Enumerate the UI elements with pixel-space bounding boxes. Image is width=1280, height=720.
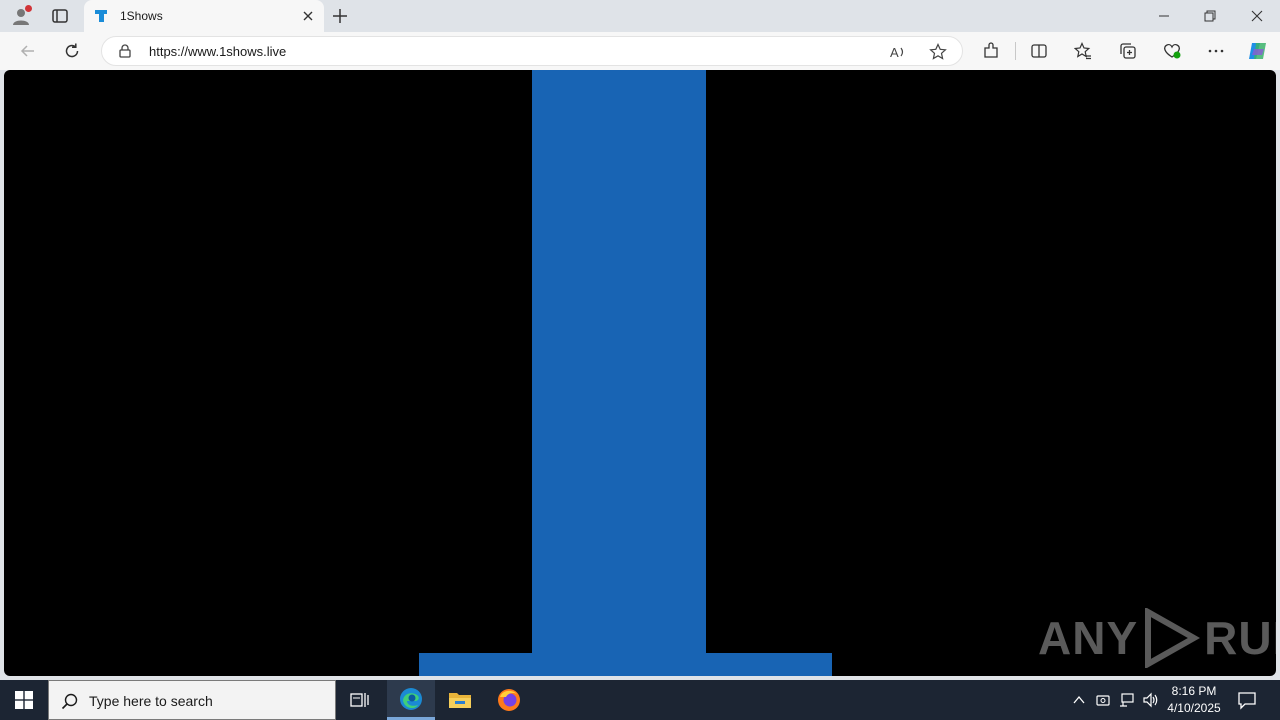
minimize-icon [1159,15,1169,17]
svg-text:A: A [890,45,899,60]
search-placeholder: Type here to search [89,693,213,709]
restore-button[interactable] [1187,0,1233,32]
close-window-button[interactable] [1234,0,1280,32]
site-logo-base [419,653,832,676]
new-tab-icon [333,9,347,23]
lock-icon[interactable] [118,44,132,58]
clock-date: 4/10/2025 [1167,701,1221,715]
tab-1shows[interactable]: 1Shows [84,0,324,32]
task-view-icon [350,693,369,707]
edge-icon [400,687,422,710]
volume-icon [1143,692,1158,708]
meet-now-icon [1096,695,1110,706]
more-button[interactable] [1206,41,1226,61]
favorite-star-icon [929,43,947,60]
minimize-button[interactable] [1141,0,1187,32]
url-text[interactable]: https://www.1shows.live [149,44,286,59]
close-window-icon [1251,10,1263,22]
more-icon [1208,49,1224,53]
volume-button[interactable] [1141,690,1161,710]
new-tab-button[interactable] [330,6,350,26]
restore-icon [1204,10,1216,22]
page-viewport: ANY RUN [4,70,1276,676]
collections-button[interactable] [1118,41,1138,61]
start-button[interactable] [0,680,48,720]
tab-favicon-icon [95,10,107,22]
address-bar[interactable]: https://www.1shows.live A [101,36,963,66]
refresh-icon [65,43,79,58]
task-view-button[interactable] [336,680,384,720]
close-tab-icon[interactable] [300,8,316,24]
favorites-button[interactable] [1073,41,1093,61]
play-icon [1145,608,1201,668]
network-button[interactable] [1117,690,1137,710]
taskbar-edge[interactable] [387,680,435,720]
extensions-icon [984,42,998,58]
copilot-icon [1249,43,1266,59]
title-bar: 1Shows [0,0,1280,32]
search-icon [61,693,78,710]
tab-actions-button[interactable] [50,6,70,26]
chevron-up-icon [1073,695,1085,704]
browser-essentials-icon [1164,43,1181,59]
taskbar-search-box[interactable]: Type here to search [48,680,336,720]
meet-now-button[interactable] [1093,690,1113,710]
favorites-icon [1074,42,1091,60]
notifications-icon [1238,692,1256,710]
anyrun-watermark: ANY RUN [1038,608,1276,668]
extensions-button[interactable] [981,41,1001,61]
split-screen-icon [1031,44,1047,58]
taskbar-firefox[interactable] [485,680,533,720]
copilot-button[interactable] [1246,39,1270,63]
watermark-left-text: ANY [1038,612,1139,664]
windows-start-icon [15,691,33,709]
watermark-right-text: RUN [1204,612,1276,664]
read-aloud-icon: A [890,45,904,60]
site-logo-stem [532,70,706,654]
tab-title: 1Shows [120,9,163,23]
firefox-icon [498,689,520,711]
back-icon [20,45,34,57]
browser-essentials-button[interactable] [1162,41,1182,61]
notifications-button[interactable] [1236,690,1258,710]
favorite-button[interactable] [928,42,948,62]
tab-actions-icon [52,9,68,23]
show-hidden-icons-button[interactable] [1069,690,1089,710]
back-button[interactable] [16,39,40,63]
network-icon [1120,693,1134,707]
profile-button[interactable] [10,5,32,27]
taskbar-file-explorer[interactable] [436,680,484,720]
file-explorer-icon [449,693,471,708]
toolbar-divider [1015,42,1016,60]
split-screen-button[interactable] [1029,41,1049,61]
read-aloud-button[interactable]: A [888,42,908,62]
clock-time: 8:16 PM [1171,684,1217,698]
browser-toolbar: https://www.1shows.live A [0,32,1280,70]
refresh-button[interactable] [60,39,84,63]
taskbar: Type here to search 8:16 PM 4/10/2025 [0,680,1280,720]
collections-icon [1120,43,1136,59]
profile-alert-dot [25,5,32,12]
system-clock[interactable]: 8:16 PM 4/10/2025 [1160,683,1228,717]
